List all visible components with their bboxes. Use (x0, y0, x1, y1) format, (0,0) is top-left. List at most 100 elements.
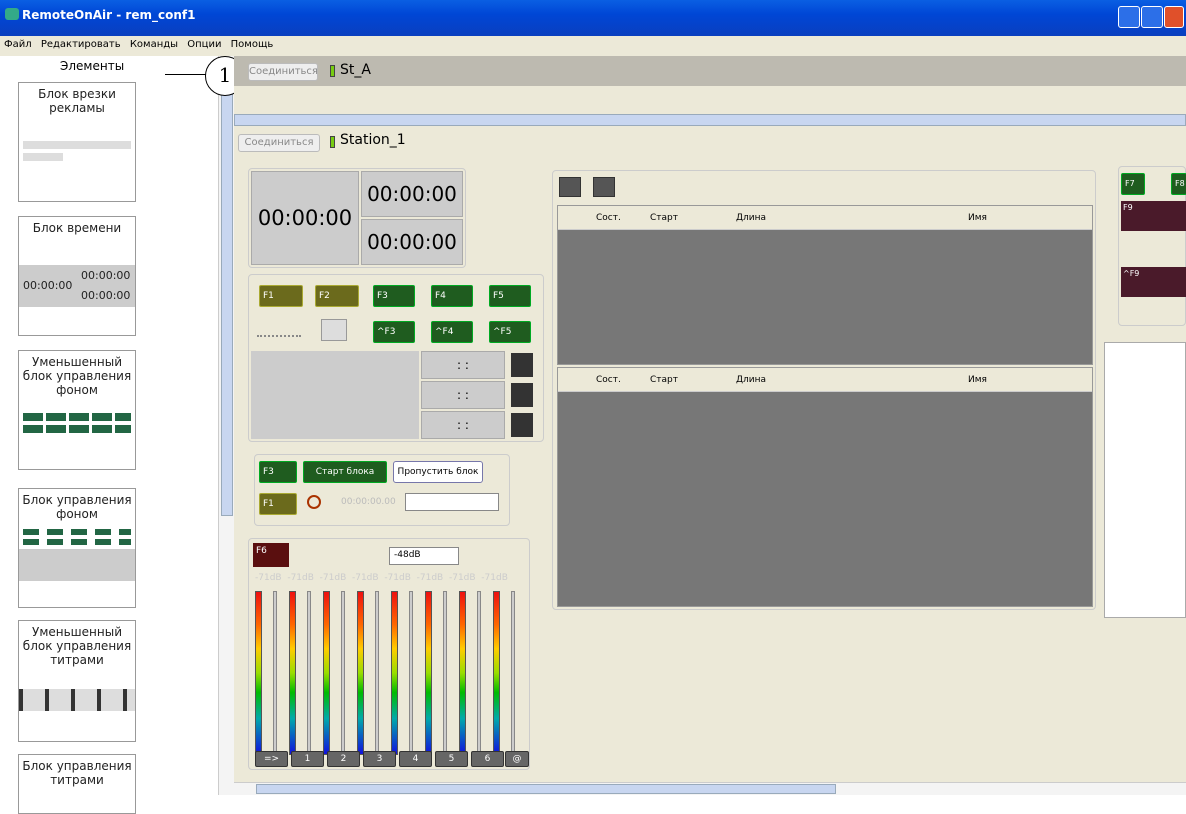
elements-panel: Элементы Блок врезки рекламы Блок времен… (0, 56, 234, 814)
audio-control-block: F6 -48dB -71dB -71dB -71dB -71dB -71dB -… (248, 538, 530, 770)
colon-display: : : (421, 381, 505, 409)
card-ad-block[interactable]: Блок врезки рекламы (18, 82, 136, 202)
menu-options[interactable]: Опции (187, 39, 221, 50)
preview-area (251, 351, 419, 439)
card-preview (23, 529, 131, 535)
colon-display: : : (421, 351, 505, 379)
tab-panel (1104, 342, 1186, 618)
card-title: Блок управления титрами (22, 759, 132, 787)
channel-button[interactable]: @ (505, 751, 529, 767)
card-title-control[interactable]: Блок управления титрами (18, 754, 136, 814)
cf9-button[interactable]: ^F9 (1121, 267, 1186, 297)
card-title: Уменьшенный блок управления фоном (22, 355, 132, 397)
channel-button[interactable]: 1 (291, 751, 324, 767)
channel-button[interactable]: 2 (327, 751, 360, 767)
f6-mic-button[interactable]: F6 (253, 543, 289, 567)
callout-line (165, 74, 207, 75)
f5-button[interactable]: F5 (489, 285, 531, 307)
channel-button[interactable]: 5 (435, 751, 468, 767)
level-meters (255, 591, 527, 761)
traffic-light-icon (330, 136, 335, 148)
station-a-toolbar (234, 86, 1186, 116)
station1-name: Station_1 (340, 132, 406, 148)
card-preview (23, 153, 63, 161)
card-preview (23, 539, 131, 545)
close-button[interactable] (1164, 6, 1184, 28)
menu-bar: Файл Редактировать Команды Опции Помощь (0, 36, 1186, 56)
card-title: Блок врезки рекламы (38, 87, 116, 115)
minimize-button[interactable] (1118, 6, 1140, 28)
main-timer: 00:00:00 (251, 171, 359, 265)
return-icon[interactable] (593, 177, 615, 197)
f3-button[interactable]: F3 (373, 285, 415, 307)
playlist-table-top[interactable]: Сост. Старт Длина Имя (557, 205, 1093, 365)
horizontal-scrollbar-top[interactable] (234, 114, 1186, 126)
elements-header: Элементы (60, 59, 125, 73)
horizontal-scrollbar-bottom[interactable] (234, 782, 1186, 795)
menu-edit[interactable]: Редактировать (41, 39, 121, 50)
mute-icon[interactable] (321, 319, 347, 341)
card-time-block[interactable]: Блок времени 00:00:00 00:00:00 00:00:00 (18, 216, 136, 336)
maximize-button[interactable] (1141, 6, 1163, 28)
left-scrollbar[interactable] (218, 56, 234, 795)
start-block-button[interactable]: Старт блока (303, 461, 387, 483)
indicator (511, 413, 533, 437)
traffic-light-icon (330, 65, 335, 77)
card-preview-time: 00:00:00 00:00:00 00:00:00 (19, 265, 135, 307)
connect-button-sta[interactable]: Соединиться (248, 63, 318, 81)
card-preview (19, 689, 135, 711)
block-f3-button[interactable]: F3 (259, 461, 297, 483)
channel-button[interactable]: 4 (399, 751, 432, 767)
cf4-button[interactable]: ^F4 (431, 321, 473, 343)
card-preview (23, 425, 131, 433)
menu-commands[interactable]: Команды (130, 39, 178, 50)
indicator (511, 383, 533, 407)
connect-button-station1[interactable]: Соединиться (238, 134, 320, 152)
bottom-timer: 00:00:00 (361, 219, 463, 265)
playlist-table-bottom[interactable]: Сост. Старт Длина Имя (557, 367, 1093, 607)
indicator (511, 353, 533, 377)
window-title: RemoteOnAir - rem_conf1 (22, 8, 196, 22)
f1-button[interactable]: F1 (259, 285, 303, 307)
top-timer: 00:00:00 (361, 171, 463, 217)
table-header: Сост. Старт Длина Имя (558, 206, 1092, 230)
channel-button[interactable]: 6 (471, 751, 504, 767)
cf3-button[interactable]: ^F3 (373, 321, 415, 343)
station-a-strip: Соединиться St_A (234, 56, 1186, 86)
channel-button[interactable]: 3 (363, 751, 396, 767)
card-time-bottom: 00:00:00 (81, 289, 131, 302)
clock-icon (307, 495, 321, 509)
block-time: 00:00:00.00 (341, 497, 396, 507)
menu-help[interactable]: Помощь (231, 39, 274, 50)
table-header: Сост. Старт Длина Имя (558, 368, 1092, 392)
volume-slider[interactable] (257, 325, 301, 337)
block-name-input[interactable] (405, 493, 499, 511)
f2-button[interactable]: F2 (315, 285, 359, 307)
card-small-title-control[interactable]: Уменьшенный блок управления титрами (18, 620, 136, 742)
card-time-main: 00:00:00 (23, 279, 73, 292)
card-small-bg-control[interactable]: Уменьшенный блок управления фоном (18, 350, 136, 470)
cf5-button[interactable]: ^F5 (489, 321, 531, 343)
ad-block: F3 Старт блока Пропустить блок F1 00:00:… (254, 454, 510, 526)
channel-button[interactable]: => (255, 751, 288, 767)
f9-button[interactable]: F9 (1121, 201, 1186, 231)
play-icon[interactable] (559, 177, 581, 197)
card-preview (23, 413, 131, 421)
card-preview (23, 141, 131, 149)
block-f1-button[interactable]: F1 (259, 493, 297, 515)
app-icon (5, 8, 19, 20)
station-name: St_A (340, 62, 371, 78)
card-time-top: 00:00:00 (81, 269, 131, 282)
f8-button[interactable]: F8 (1171, 173, 1186, 195)
card-title: Блок управления фоном (22, 493, 132, 521)
level-select[interactable]: -48dB (389, 547, 459, 565)
f7-button[interactable]: F7 (1121, 173, 1145, 195)
time-block: 00:00:00 00:00:00 00:00:00 (248, 168, 466, 268)
card-bg-control[interactable]: Блок управления фоном (18, 488, 136, 608)
menu-file[interactable]: Файл (4, 39, 32, 50)
f4-button[interactable]: F4 (431, 285, 473, 307)
title-bar: RemoteOnAir - rem_conf1 (0, 0, 1186, 36)
skip-block-button[interactable]: Пропустить блок (393, 461, 483, 483)
card-preview (19, 549, 135, 581)
card-title: Блок времени (32, 221, 122, 235)
